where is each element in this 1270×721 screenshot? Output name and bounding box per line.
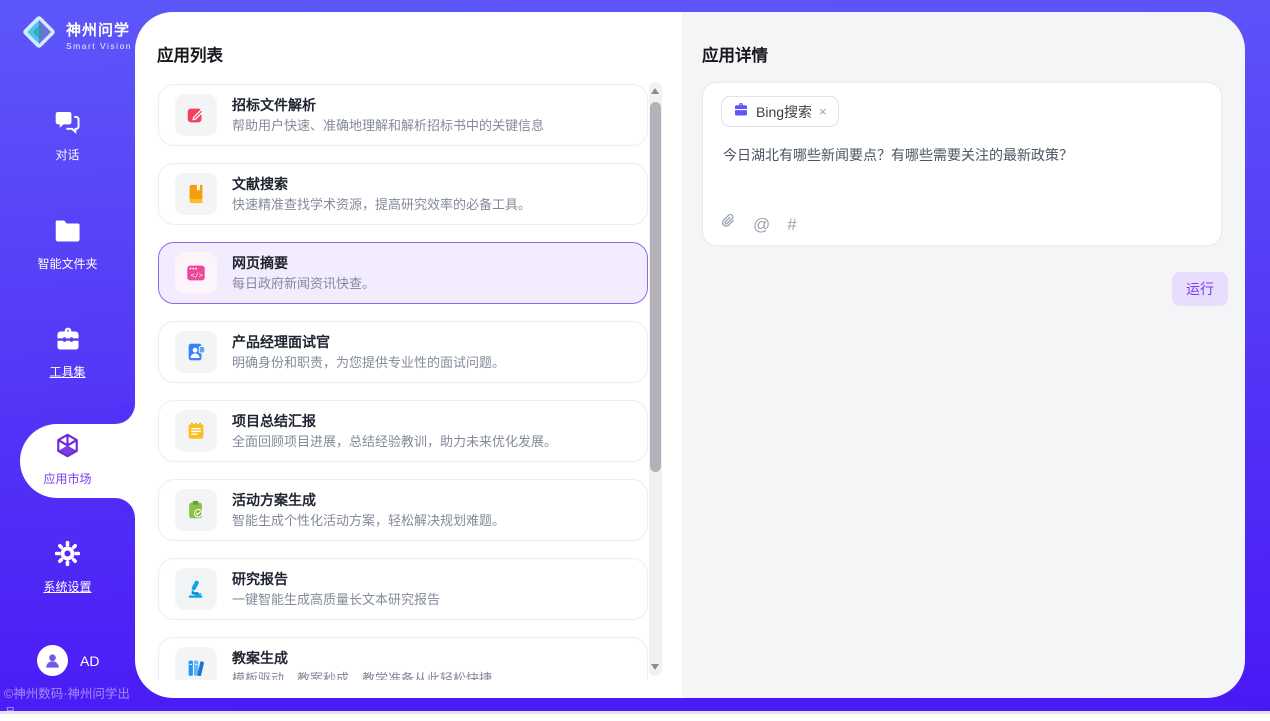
bubble-notch-top [115, 404, 135, 424]
app-card-desc: 快速精准查找学术资源，提高研究效率的必备工具。 [232, 197, 531, 213]
app-list-panel: 应用列表 招标文件解析 帮助用户快速、准确地理解和解析招标书中的关键信息 [135, 12, 682, 698]
tool-chip-label: Bing搜索 [756, 102, 812, 122]
scroll-down-arrow-icon[interactable] [651, 664, 659, 670]
prompt-toolbar: @ # [721, 213, 797, 235]
briefcase-icon [733, 102, 749, 122]
clipboard-check-icon [175, 489, 217, 531]
app-list: 招标文件解析 帮助用户快速、准确地理解和解析招标书中的关键信息 文献搜索 快速精… [158, 84, 648, 680]
cube-icon [54, 432, 81, 464]
sidebar-item-chat[interactable]: 对话 [0, 108, 135, 163]
copyright-text: ©神州数码·神州问学出品 [4, 683, 135, 721]
attachment-icon[interactable] [721, 213, 736, 235]
app-detail-title: 应用详情 [702, 42, 768, 66]
app-card-desc: 帮助用户快速、准确地理解和解析招标书中的关键信息 [232, 118, 544, 134]
gear-icon [54, 540, 81, 572]
app-card-desc: 明确身份和职责，为您提供专业性的面试问题。 [232, 355, 505, 371]
svg-text:</>: </> [191, 271, 203, 279]
account-button[interactable]: AD [0, 645, 135, 676]
prompt-input[interactable]: 今日湖北有哪些新闻要点？有哪些需要关注的最新政策？ [723, 145, 1203, 165]
microscope-icon [175, 568, 217, 610]
app-card-desc: 每日政府新闻资讯快查。 [232, 276, 375, 292]
app-card-title: 项目总结汇报 [232, 413, 557, 430]
user-initials: AD [80, 653, 99, 669]
app-list-title: 应用列表 [157, 42, 223, 66]
scrollbar-thumb[interactable] [650, 102, 661, 472]
browser-code-icon: </> [175, 252, 217, 294]
app-card-project-summary[interactable]: 项目总结汇报 全面回顾项目进展，总结经验教训，助力未来优化发展。 [158, 400, 648, 462]
brand-name: 神州问学 [66, 19, 132, 40]
book-icon [175, 173, 217, 215]
folder-icon [54, 218, 82, 249]
app-card-bid-document-analysis[interactable]: 招标文件解析 帮助用户快速、准确地理解和解析招标书中的关键信息 [158, 84, 648, 146]
sidebar-item-label: 应用市场 [43, 470, 91, 487]
edit-document-icon [175, 94, 217, 136]
app-card-title: 网页摘要 [232, 255, 375, 272]
report-note-icon [175, 410, 217, 452]
bubble-notch-bottom [115, 498, 135, 518]
brand-subtitle: Smart Vision [66, 41, 132, 51]
sidebar-item-toolset[interactable]: 工具集 [0, 326, 135, 380]
sidebar-item-label: 系统设置 [43, 578, 91, 595]
sidebar-item-label: 智能文件夹 [37, 255, 97, 272]
app-card-title: 文献搜索 [232, 176, 531, 193]
sidebar-item-smart-folder[interactable]: 智能文件夹 [0, 218, 135, 272]
interviewer-icon [175, 331, 217, 373]
mention-icon[interactable]: @ [753, 216, 770, 233]
app-card-event-plan[interactable]: 活动方案生成 智能生成个性化活动方案，轻松解决规划难题。 [158, 479, 648, 541]
app-card-desc: 一键智能生成高质量长文本研究报告 [232, 592, 440, 608]
app-card-pm-interviewer[interactable]: 产品经理面试官 明确身份和职责，为您提供专业性的面试问题。 [158, 321, 648, 383]
app-detail-panel: 应用详情 Bing搜索 × 今日湖北有哪些新闻要点？有哪些需要关注的最新政策？ [682, 12, 1245, 698]
close-icon[interactable]: × [819, 104, 827, 119]
app-window: 神州问学 Smart Vision 对话 智能文件夹 [0, 0, 1270, 714]
brand-logo: 神州问学 Smart Vision [20, 13, 132, 56]
app-card-title: 活动方案生成 [232, 492, 505, 509]
sidebar: 神州问学 Smart Vision 对话 智能文件夹 [0, 0, 135, 714]
sidebar-item-label: 对话 [55, 146, 79, 163]
tool-chip-bing-search[interactable]: Bing搜索 × [721, 96, 839, 127]
hash-icon[interactable]: # [787, 216, 796, 233]
app-card-web-summary[interactable]: </> 网页摘要 每日政府新闻资讯快查。 [158, 242, 648, 304]
prompt-card: Bing搜索 × 今日湖北有哪些新闻要点？有哪些需要关注的最新政策？ @ # [702, 82, 1222, 246]
app-card-desc: 模板驱动，教案秒成，教学准备从此轻松快捷 [232, 671, 492, 681]
app-card-research-report[interactable]: 研究报告 一键智能生成高质量长文本研究报告 [158, 558, 648, 620]
app-card-title: 招标文件解析 [232, 97, 544, 114]
sidebar-item-app-market[interactable]: 应用市场 [0, 432, 135, 487]
app-card-title: 产品经理面试官 [232, 334, 505, 351]
sidebar-item-settings[interactable]: 系统设置 [0, 540, 135, 595]
app-card-lesson-plan[interactable]: 教案生成 模板驱动，教案秒成，教学准备从此轻松快捷 [158, 637, 648, 680]
avatar [37, 645, 68, 676]
sidebar-item-label: 工具集 [49, 363, 85, 380]
toolbox-icon [54, 326, 82, 357]
list-scrollbar[interactable] [649, 82, 662, 676]
app-card-desc: 智能生成个性化活动方案，轻松解决规划难题。 [232, 513, 505, 529]
brand-diamond-icon [20, 13, 58, 56]
app-card-title: 教案生成 [232, 650, 492, 667]
books-icon [175, 647, 217, 680]
run-button[interactable]: 运行 [1172, 272, 1228, 306]
app-card-title: 研究报告 [232, 571, 440, 588]
app-card-desc: 全面回顾项目进展，总结经验教训，助力未来优化发展。 [232, 434, 557, 450]
chat-icon [54, 108, 81, 140]
app-card-literature-search[interactable]: 文献搜索 快速精准查找学术资源，提高研究效率的必备工具。 [158, 163, 648, 225]
scroll-up-arrow-icon[interactable] [651, 88, 659, 94]
